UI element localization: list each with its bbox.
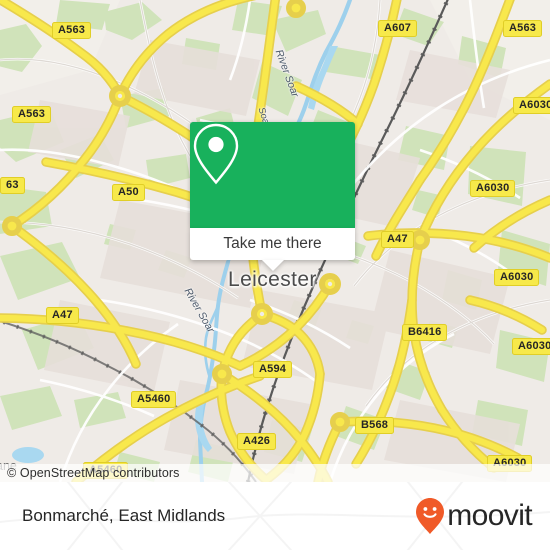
map-pin-icon bbox=[193, 123, 239, 185]
map-canvas[interactable]: River Soar Soar River Soar ane A563A607A… bbox=[0, 0, 550, 482]
road-shield-a47-8: A47 bbox=[381, 231, 414, 248]
road-shield-a6030-9: A6030 bbox=[494, 269, 540, 286]
attribution-text: © OpenStreetMap contributors bbox=[7, 466, 180, 480]
road-shield-b6416-11: B6416 bbox=[402, 324, 448, 341]
place-callout[interactable]: Take me there bbox=[190, 122, 355, 271]
road-shield-63-6: 63 bbox=[0, 177, 25, 194]
road-shield-a6030-7: A6030 bbox=[470, 180, 516, 197]
moovit-wordmark: moovit bbox=[447, 499, 532, 532]
map-screenshot: River Soar Soar River Soar ane A563A607A… bbox=[0, 0, 550, 550]
road-shield-a594-13: A594 bbox=[253, 361, 293, 378]
footer-bar: Bonmarché, East Midlands moovit bbox=[0, 482, 550, 550]
road-shield-a47-10: A47 bbox=[46, 307, 79, 324]
take-me-there-button[interactable]: Take me there bbox=[190, 228, 355, 271]
map-attribution: © OpenStreetMap contributors bbox=[0, 464, 550, 482]
road-shield-a426-16: A426 bbox=[237, 433, 277, 450]
road-shield-a6030-4: A6030 bbox=[513, 97, 550, 114]
road-shield-a563-0: A563 bbox=[52, 22, 92, 39]
road-shield-a6030-12: A6030 bbox=[512, 338, 550, 355]
callout-tail bbox=[261, 260, 284, 271]
callout-image-area bbox=[190, 122, 355, 228]
take-me-there-label: Take me there bbox=[223, 235, 322, 252]
road-shield-a50-5: A50 bbox=[112, 184, 145, 201]
road-shield-a563-3: A563 bbox=[12, 106, 52, 123]
moovit-pin-smiley-icon bbox=[416, 498, 445, 534]
moovit-logo[interactable]: moovit bbox=[415, 497, 533, 535]
road-shield-a5460-14: A5460 bbox=[131, 391, 177, 408]
place-title: Bonmarché, East Midlands bbox=[22, 506, 226, 525]
road-shield-b568-15: B568 bbox=[355, 417, 395, 434]
road-shield-a607-1: A607 bbox=[378, 20, 418, 37]
road-shield-a563-2: A563 bbox=[503, 20, 543, 37]
